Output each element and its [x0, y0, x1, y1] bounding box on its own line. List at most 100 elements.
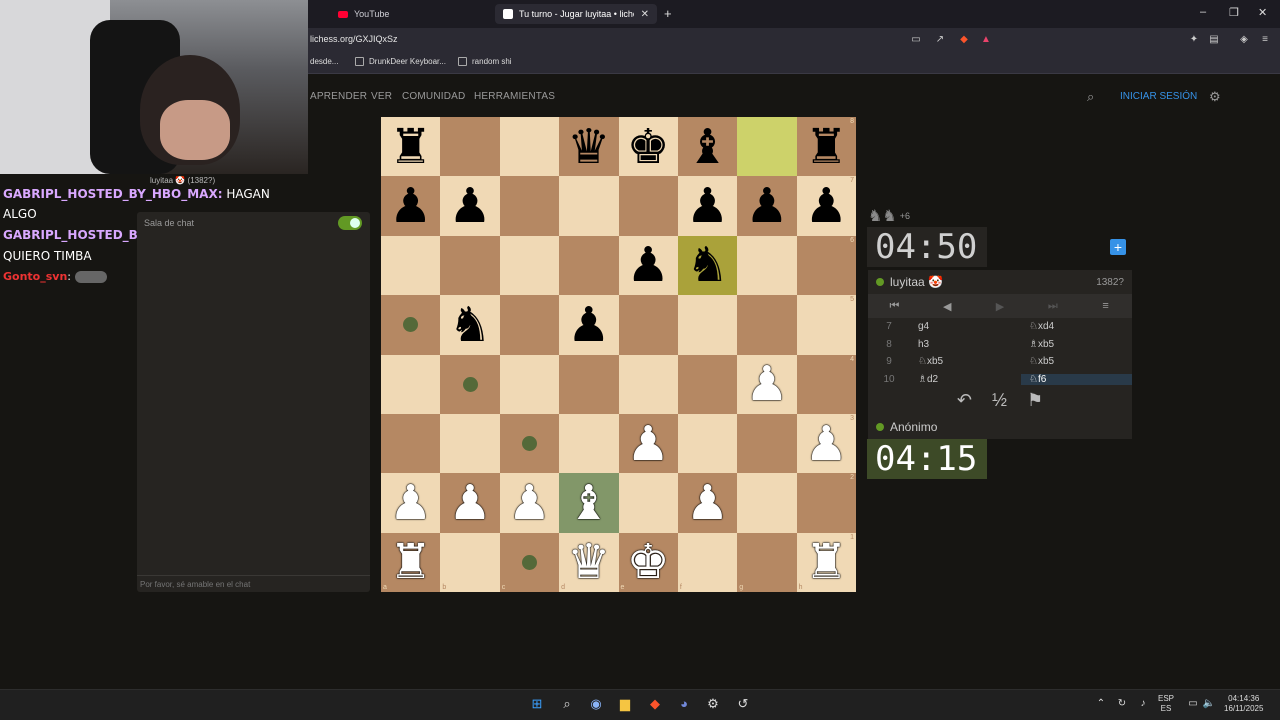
square-b6[interactable]: [440, 235, 500, 296]
move-hint-dot[interactable]: [521, 554, 537, 570]
black-pawn-icon[interactable]: ♟: [745, 182, 788, 230]
square-a2[interactable]: ♟: [381, 473, 441, 533]
white-pawn-icon[interactable]: ♟: [389, 479, 432, 527]
square-d6[interactable]: [559, 235, 619, 296]
bookmark-item[interactable]: desde...: [310, 57, 338, 66]
white-pawn-icon[interactable]: ♟: [805, 420, 848, 468]
white-queen-icon[interactable]: ♛: [567, 538, 610, 586]
square-e6[interactable]: ♟: [618, 235, 678, 296]
square-a7[interactable]: ♟: [381, 176, 441, 236]
language-indicator[interactable]: ESP ES: [1158, 694, 1174, 714]
square-g1[interactable]: g: [737, 532, 797, 592]
nav-comunidad[interactable]: COMUNIDAD: [402, 91, 465, 102]
square-a8[interactable]: ♜: [381, 117, 441, 177]
white-pawn-icon[interactable]: ♟: [627, 420, 670, 468]
steam-icon[interactable]: ◉: [588, 696, 604, 712]
move-san[interactable]: ♘f6: [1021, 373, 1132, 385]
brave-icon[interactable]: ◆: [647, 696, 663, 712]
square-d2[interactable]: ♝: [559, 473, 619, 533]
white-pawn-icon[interactable]: ♟: [686, 479, 729, 527]
square-b5[interactable]: ♞: [440, 295, 500, 355]
white-pawn-icon[interactable]: ♟: [745, 360, 788, 408]
chat-input[interactable]: [137, 575, 370, 592]
black-rook-icon[interactable]: ♜: [389, 123, 432, 171]
square-g2[interactable]: [737, 473, 797, 533]
chess-board[interactable]: ♜ ♛ ♚ ♝ ♜ 8 ♟ ♟ ♟ ♟ ♟ 7 ♟ ♞ 6 ♞ ♟ 5 ♟ 4 ♟ ♟ 3 ♟ ♟ ♟ ♝ ♟ 2 ♜ a b c ♛ d ♚ e f g ♜…: [381, 117, 856, 592]
square-b3[interactable]: [440, 413, 500, 474]
square-e5[interactable]: [618, 295, 678, 355]
chevron-up-icon[interactable]: ⌃: [1093, 696, 1109, 712]
bookmark-item[interactable]: DrunkDeer Keyboar...: [355, 57, 446, 66]
square-h5[interactable]: 5: [796, 295, 856, 355]
brave-shield-icon[interactable]: ◆: [958, 34, 970, 46]
square-h8[interactable]: ♜ 8: [796, 117, 856, 177]
square-d4[interactable]: [559, 354, 619, 414]
resign-flag-icon[interactable]: ⚑: [1027, 390, 1043, 411]
square-h3[interactable]: ♟ 3: [796, 413, 856, 474]
square-h7[interactable]: ♟ 7: [796, 176, 856, 236]
black-pawn-icon[interactable]: ♟: [567, 301, 610, 349]
takeback-button[interactable]: ↶: [957, 390, 972, 411]
black-bishop-icon[interactable]: ♝: [686, 123, 729, 171]
square-b4[interactable]: [440, 354, 500, 414]
signin-link[interactable]: INICIAR SESIÓN: [1120, 91, 1197, 102]
tab-lichess[interactable]: Tu turno - Jugar luyitaa • lichess ✕: [495, 4, 657, 24]
square-d3[interactable]: [559, 413, 619, 474]
monitor-icon[interactable]: ▭: [1185, 696, 1201, 712]
menu-icon[interactable]: ≡: [1079, 300, 1132, 312]
square-e8[interactable]: ♚: [618, 117, 678, 177]
white-king-icon[interactable]: ♚: [627, 538, 670, 586]
extensions-icon[interactable]: ✦: [1188, 34, 1200, 46]
move-san[interactable]: ♘xb5: [910, 356, 1021, 367]
square-a1[interactable]: ♜ a: [381, 532, 441, 592]
black-pawn-icon[interactable]: ♟: [686, 182, 729, 230]
square-d1[interactable]: ♛ d: [559, 532, 619, 592]
square-e4[interactable]: [618, 354, 678, 414]
cast-icon[interactable]: ▭: [910, 34, 922, 46]
square-g8[interactable]: [737, 117, 797, 177]
settings-icon[interactable]: ⚙: [705, 696, 721, 712]
move-san[interactable]: ♗d2: [910, 374, 1021, 385]
square-d5[interactable]: ♟: [559, 295, 619, 355]
square-b1[interactable]: b: [440, 532, 500, 592]
white-bishop-icon[interactable]: ♝: [567, 479, 610, 527]
nav-aprender[interactable]: APRENDER: [310, 91, 367, 102]
square-b8[interactable]: [440, 117, 500, 177]
mic-icon[interactable]: ♪: [1135, 696, 1151, 712]
move-san[interactable]: h3: [910, 339, 1021, 350]
sync-icon[interactable]: ↻: [1114, 696, 1130, 712]
white-rook-icon[interactable]: ♜: [805, 538, 848, 586]
nav-ver[interactable]: VER: [371, 91, 392, 102]
black-queen-icon[interactable]: ♛: [567, 123, 610, 171]
black-pawn-icon[interactable]: ♟: [627, 241, 670, 289]
brave-rewards-icon[interactable]: ▲: [980, 34, 992, 46]
new-tab-button[interactable]: +: [664, 6, 672, 21]
next-move-button[interactable]: ▶: [974, 300, 1027, 313]
black-knight-icon[interactable]: ♞: [686, 241, 729, 289]
prev-move-button[interactable]: ◀: [921, 300, 974, 313]
square-a3[interactable]: [381, 413, 441, 474]
windows-start-icon[interactable]: ⊞: [529, 696, 545, 712]
tab-youtube[interactable]: YouTube: [330, 4, 490, 24]
move-hint-dot[interactable]: [521, 436, 537, 452]
player-top[interactable]: luyitaa 🤡 1382?: [868, 270, 1132, 294]
square-b7[interactable]: ♟: [440, 176, 500, 236]
move-hint-dot[interactable]: [462, 376, 478, 392]
gear-icon[interactable]: ⚙: [1209, 89, 1221, 105]
move-san[interactable]: ♘xb5: [1021, 356, 1132, 367]
first-move-button[interactable]: ⏮: [868, 300, 921, 313]
square-g4[interactable]: ♟: [737, 354, 797, 414]
player-bottom[interactable]: Anónimo: [868, 415, 1132, 439]
sidebar-icon[interactable]: ▤: [1208, 34, 1220, 46]
square-c6[interactable]: [499, 235, 560, 296]
black-rook-icon[interactable]: ♜: [805, 123, 848, 171]
white-pawn-icon[interactable]: ♟: [508, 479, 551, 527]
square-a5[interactable]: [381, 295, 441, 355]
move-hint-dot[interactable]: [403, 317, 419, 333]
square-g5[interactable]: [737, 295, 797, 355]
square-g6[interactable]: [737, 235, 797, 296]
square-b2[interactable]: ♟: [440, 473, 500, 533]
add-time-button[interactable]: +: [1110, 239, 1126, 255]
nav-herramientas[interactable]: HERRAMIENTAS: [474, 91, 555, 102]
close-tab-icon[interactable]: ✕: [641, 9, 649, 20]
